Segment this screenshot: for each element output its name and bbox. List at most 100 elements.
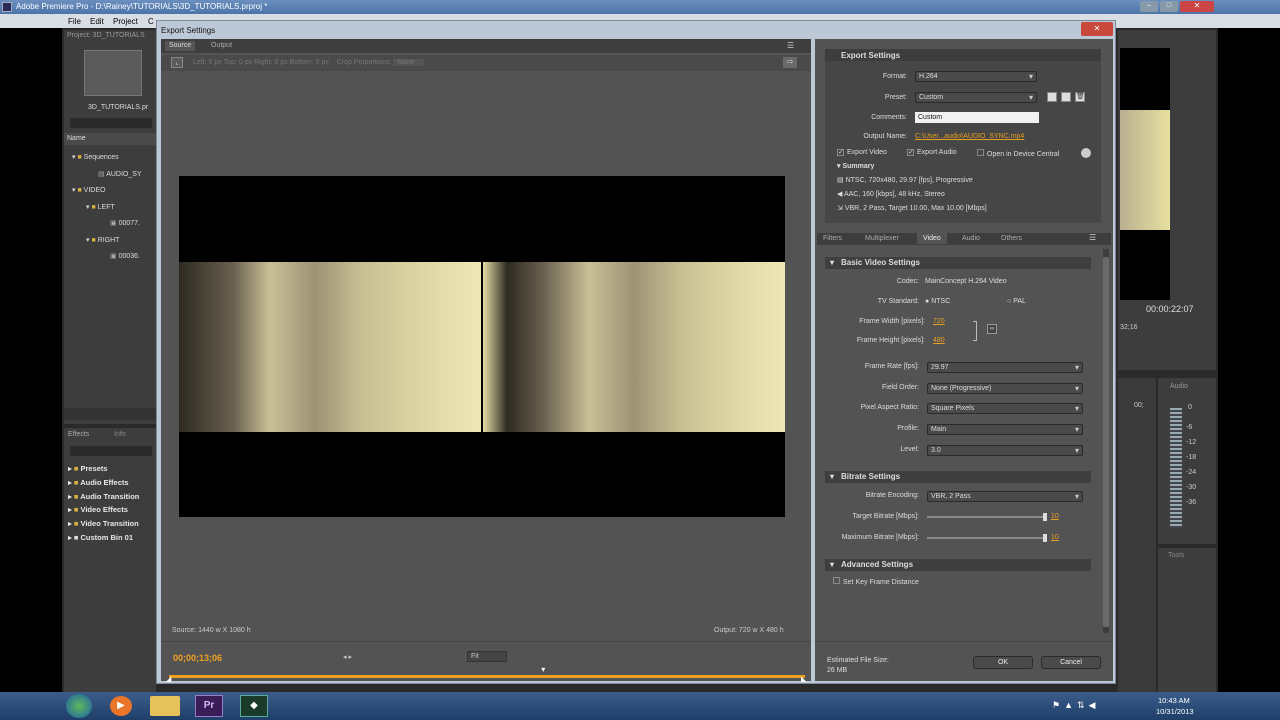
clock-date[interactable]: 10/31/2013 bbox=[1156, 707, 1194, 716]
level-select[interactable]: 3.0 bbox=[927, 445, 1083, 456]
dialog-title: Export Settings bbox=[161, 26, 216, 35]
tree-item-left[interactable]: ▾ ■ LEFT bbox=[72, 200, 142, 217]
device-central-label: Open in Device Central bbox=[987, 151, 1060, 158]
tree-item-clip-00036[interactable]: ▣ 00036. bbox=[72, 249, 142, 266]
tree-item-sequences[interactable]: ▾ ■ Sequences bbox=[72, 150, 142, 167]
effects-custom-bin[interactable]: ▸ ■ Custom Bin 01 bbox=[68, 531, 156, 545]
project-tab[interactable]: Project: 3D_TUTORIALS bbox=[67, 32, 155, 39]
frame-height-value[interactable]: 480 bbox=[933, 337, 945, 344]
start-button[interactable] bbox=[66, 694, 92, 718]
tray-icons[interactable]: ⚑▲⇅◀ bbox=[1052, 700, 1099, 711]
tree-item-right[interactable]: ▾ ■ RIGHT bbox=[72, 233, 142, 250]
frame-rate-select[interactable]: 29.97 bbox=[927, 362, 1083, 373]
comments-input[interactable]: Custom bbox=[915, 112, 1039, 123]
preview-scrubber-track[interactable] bbox=[169, 675, 805, 678]
target-bitrate-value[interactable]: 10 bbox=[1051, 513, 1059, 520]
tab-filters[interactable]: Filters bbox=[823, 233, 842, 244]
export-audio-checkbox[interactable]: ✓ Export Audio bbox=[907, 149, 957, 156]
crop-icon[interactable]: ⌞ bbox=[171, 57, 183, 68]
max-bitrate-slider[interactable] bbox=[927, 537, 1045, 539]
crop-top-value[interactable]: 0 bbox=[239, 59, 243, 66]
explorer-icon[interactable] bbox=[150, 696, 180, 716]
format-label: Format: bbox=[882, 73, 907, 80]
tree-item-clip-00077[interactable]: ▣ 00077. bbox=[72, 216, 142, 233]
dialog-close-button[interactable]: ✕ bbox=[1081, 22, 1113, 36]
basic-video-header[interactable]: Basic Video Settings bbox=[825, 257, 1091, 269]
tab-multiplexer[interactable]: Multiplexer bbox=[865, 233, 899, 244]
target-bitrate-slider[interactable] bbox=[927, 516, 1045, 518]
output-name-label: Output Name: bbox=[863, 133, 907, 140]
menu-project[interactable]: Project bbox=[113, 17, 138, 26]
device-central-checkbox[interactable]: Open in Device Central bbox=[977, 149, 1059, 158]
swap-view-icon[interactable]: ⇨ bbox=[783, 57, 797, 68]
settings-menu-icon[interactable]: ☰ bbox=[1089, 233, 1096, 242]
pixel-aspect-select[interactable]: Square Pixels bbox=[927, 403, 1083, 414]
bitrate-header[interactable]: Bitrate Settings bbox=[825, 471, 1091, 483]
tree-item-video[interactable]: ▾ ■ VIDEO bbox=[72, 183, 142, 200]
effects-audio-transitions[interactable]: ▸ ■ Audio Transition bbox=[68, 490, 156, 504]
crop-left-value[interactable]: 0 bbox=[209, 59, 213, 66]
col-name[interactable]: Name bbox=[67, 135, 86, 142]
delete-preset-icon[interactable]: 🗑 bbox=[1075, 92, 1085, 102]
bitrate-encoding-select[interactable]: VBR, 2 Pass bbox=[927, 491, 1083, 502]
crop-right-value[interactable]: 0 bbox=[274, 59, 278, 66]
tab-video[interactable]: Video bbox=[917, 233, 947, 244]
tab-others[interactable]: Others bbox=[1001, 233, 1022, 244]
preset-select[interactable]: Custom bbox=[915, 92, 1037, 103]
pal-radio[interactable]: ○ PAL bbox=[1007, 298, 1026, 305]
zoom-select[interactable]: Fit bbox=[467, 651, 507, 662]
save-preset-icon[interactable] bbox=[1047, 92, 1057, 102]
info-tab[interactable]: Info bbox=[114, 431, 126, 438]
summary-toggle[interactable]: ▾ Summary bbox=[837, 162, 874, 170]
ntsc-radio[interactable]: ● NTSC bbox=[925, 298, 950, 305]
pal-label: PAL bbox=[1013, 298, 1026, 305]
tab-output[interactable]: Output bbox=[211, 41, 232, 51]
minimize-button[interactable]: – bbox=[1140, 1, 1158, 12]
link-dimensions-icon[interactable]: ∞ bbox=[987, 324, 997, 334]
menu-file[interactable]: File bbox=[68, 17, 81, 26]
maximize-button[interactable]: □ bbox=[1160, 1, 1178, 12]
panel-menu-icon[interactable]: ☰ bbox=[787, 41, 794, 50]
menu-edit[interactable]: Edit bbox=[90, 17, 104, 26]
effects-video-effects[interactable]: ▸ ■ Video Effects bbox=[68, 503, 156, 517]
output-name-link[interactable]: C:\User...audio\AUDIO_SYNC.mp4 bbox=[915, 133, 1024, 140]
export-video-checkbox[interactable]: ✓ Export Video bbox=[837, 149, 887, 156]
encoder-icon[interactable]: ◆ bbox=[240, 695, 268, 717]
target-bitrate-thumb[interactable] bbox=[1043, 513, 1047, 521]
work-area-end[interactable]: ◣ bbox=[801, 675, 806, 683]
effects-tab[interactable]: Effects bbox=[68, 431, 89, 438]
ok-button[interactable]: OK bbox=[973, 656, 1033, 669]
program-timecode[interactable]: 00:00:22:07 bbox=[1146, 304, 1194, 314]
crop-proportions-select[interactable]: None bbox=[393, 59, 425, 66]
premiere-taskbar-icon[interactable]: Pr bbox=[195, 695, 223, 717]
field-order-select[interactable]: None (Progressive) bbox=[927, 383, 1083, 394]
device-central-icon[interactable] bbox=[1081, 148, 1091, 158]
max-bitrate-thumb[interactable] bbox=[1043, 534, 1047, 542]
advanced-header[interactable]: Advanced Settings bbox=[825, 559, 1091, 571]
effects-search[interactable] bbox=[70, 446, 152, 456]
preview-timecode[interactable]: 00;00;13;06 bbox=[173, 653, 222, 663]
project-search[interactable] bbox=[70, 118, 152, 128]
frame-width-value[interactable]: 720 bbox=[933, 318, 945, 325]
menu-clip[interactable]: C bbox=[148, 17, 154, 26]
media-player-icon[interactable]: ▶ bbox=[110, 696, 132, 716]
settings-scroll-thumb[interactable] bbox=[1103, 257, 1109, 627]
tree-item-audio-sync[interactable]: ▤ AUDIO_SY bbox=[72, 167, 142, 184]
scrubber-playhead[interactable]: ▾ bbox=[541, 665, 545, 674]
profile-select[interactable]: Main bbox=[927, 424, 1083, 435]
clock-time[interactable]: 10:43 AM bbox=[1158, 696, 1190, 705]
in-out-markers[interactable]: ◂ ▸ bbox=[343, 653, 352, 661]
import-preset-icon[interactable] bbox=[1061, 92, 1071, 102]
close-window-button[interactable]: ✕ bbox=[1180, 1, 1214, 12]
effects-audio-effects[interactable]: ▸ ■ Audio Effects bbox=[68, 476, 156, 490]
effects-video-transitions[interactable]: ▸ ■ Video Transition bbox=[68, 517, 156, 531]
keyframe-checkbox[interactable]: Set Key Frame Distance bbox=[833, 577, 919, 586]
tab-audio[interactable]: Audio bbox=[962, 233, 980, 244]
format-select[interactable]: H.264 bbox=[915, 71, 1037, 82]
max-bitrate-value[interactable]: 10 bbox=[1051, 534, 1059, 541]
work-area-start[interactable]: ◢ bbox=[166, 675, 171, 683]
tab-source[interactable]: Source bbox=[165, 41, 196, 51]
crop-bottom-value[interactable]: 0 bbox=[316, 59, 320, 66]
cancel-button[interactable]: Cancel bbox=[1041, 656, 1101, 669]
effects-presets[interactable]: ▸ ■ Presets bbox=[68, 462, 156, 476]
